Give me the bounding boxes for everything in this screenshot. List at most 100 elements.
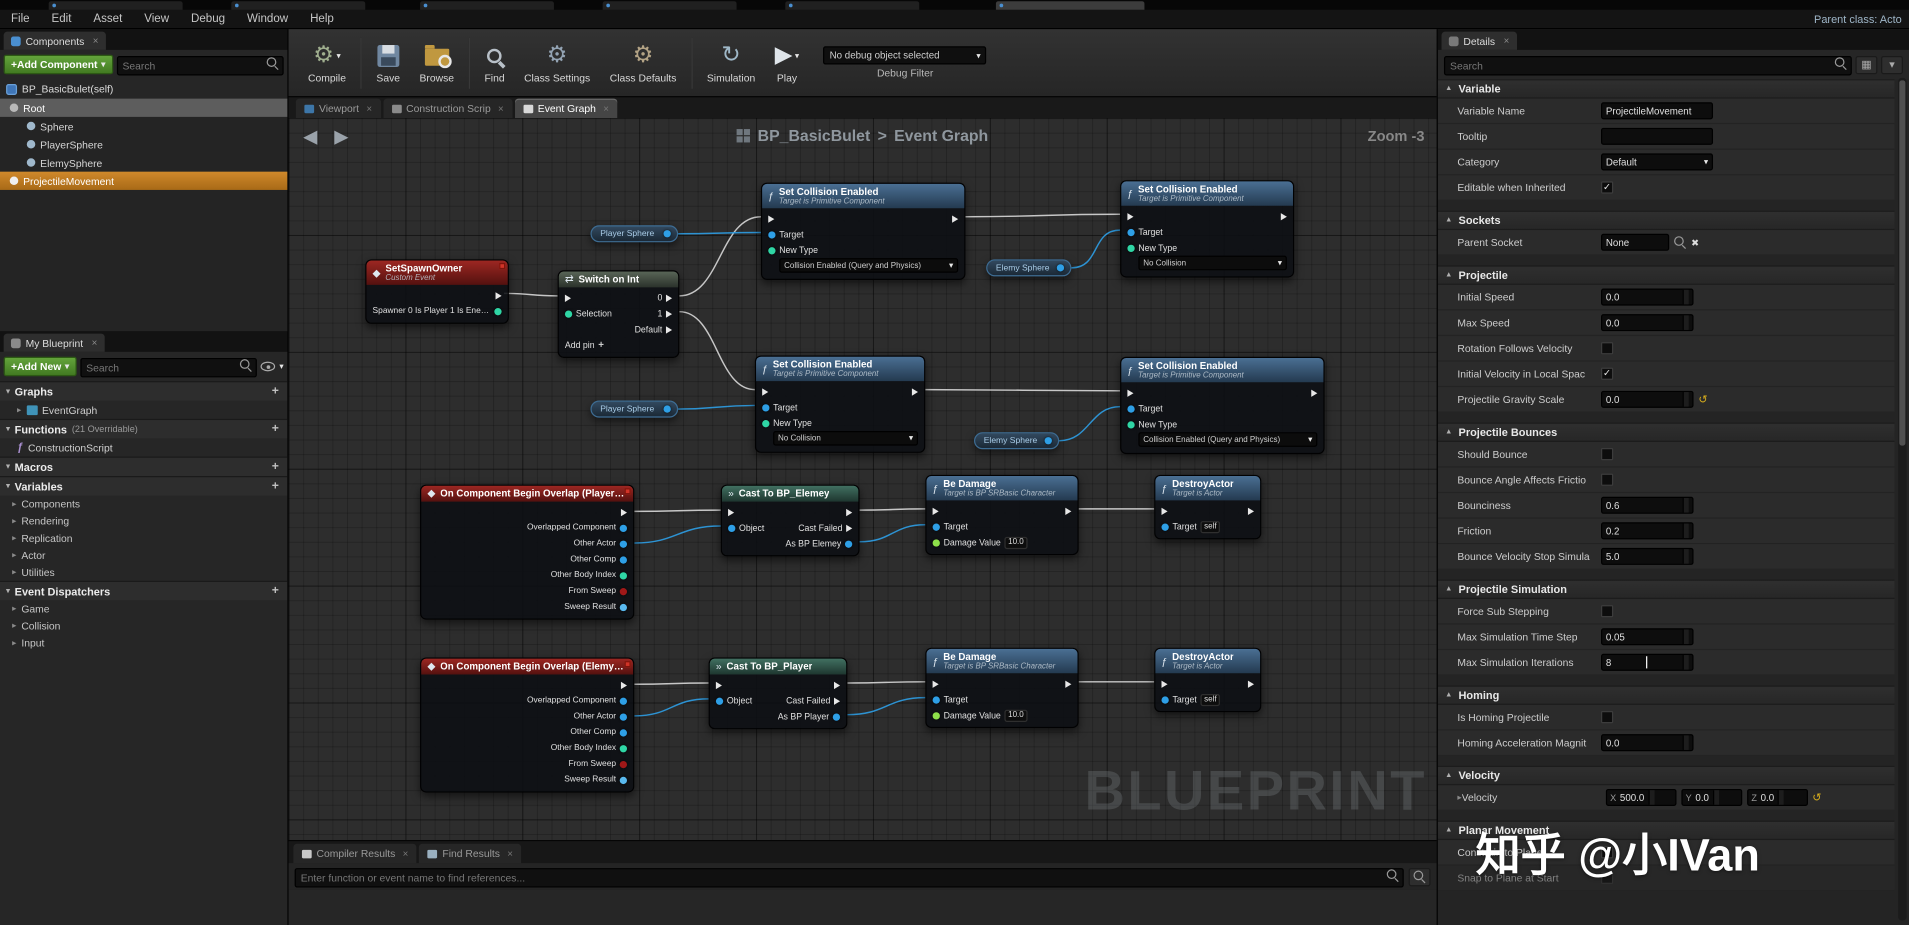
- exec-pin[interactable]: [833, 697, 841, 705]
- pin-as-bp-elemey[interactable]: As BP Elemey: [786, 538, 853, 549]
- number-input[interactable]: 0.0: [1601, 288, 1694, 306]
- pin-from-sweep[interactable]: From Sweep: [568, 760, 628, 768]
- exec-pin[interactable]: [495, 291, 502, 300]
- data-pin[interactable]: [619, 776, 628, 784]
- tab-compiler-results[interactable]: Compiler Results ×: [293, 843, 417, 864]
- number-input[interactable]: 0.2: [1601, 522, 1694, 540]
- find-references-input[interactable]: [294, 868, 1404, 888]
- data-pin[interactable]: [1127, 228, 1135, 236]
- chevron-down-icon[interactable]: ▾: [279, 362, 283, 372]
- dropdown-caret[interactable]: ▾: [336, 51, 340, 61]
- window-tab[interactable]: [602, 1, 737, 10]
- pin-new-type[interactable]: New Type: [768, 245, 818, 256]
- menu-view[interactable]: View: [133, 10, 180, 28]
- close-icon[interactable]: ×: [93, 35, 99, 46]
- menu-asset[interactable]: Asset: [82, 10, 133, 28]
- data-pin[interactable]: [762, 419, 770, 428]
- pin-cast-failed[interactable]: Cast Failed: [798, 523, 853, 533]
- components-search-input[interactable]: [116, 56, 284, 76]
- node-on-component-begin-overlap-elemysphere[interactable]: ◆ On Component Begin Overlap (ElemySphere…: [420, 657, 635, 793]
- pin-exec[interactable]: [768, 215, 775, 223]
- pin-target[interactable]: Target: [1127, 403, 1163, 414]
- exec-pin[interactable]: [932, 507, 939, 515]
- data-pin[interactable]: [932, 539, 940, 547]
- pin-overlapped-component[interactable]: Overlapped Component: [527, 697, 628, 705]
- expander-icon[interactable]: ▸: [12, 638, 16, 648]
- pin-sweep-result[interactable]: Sweep Result: [564, 776, 628, 784]
- pin-exec[interactable]: [932, 507, 939, 515]
- variable-get-node-elemy-sphere[interactable]: Elemy Sphere: [974, 432, 1060, 450]
- pin-exec[interactable]: [564, 294, 572, 302]
- expander-icon[interactable]: ▸: [12, 516, 16, 526]
- section-header-homing[interactable]: ▲ Homing: [1437, 685, 1895, 705]
- save-button[interactable]: Save: [367, 38, 410, 87]
- event-graph-canvas[interactable]: Player Sphere Elemy Sphere Player Sphere El…: [288, 118, 1437, 841]
- pin-exec[interactable]: [1247, 507, 1255, 515]
- breadcrumb-root[interactable]: BP_BasicBulet: [758, 127, 871, 145]
- pin-new-type[interactable]: New Type: [1127, 419, 1177, 430]
- pin-exec[interactable]: [1247, 680, 1255, 688]
- category-replication[interactable]: ▸ Replication: [0, 530, 287, 547]
- reset-to-default-icon[interactable]: ↺: [1812, 791, 1821, 804]
- component-item-sphere[interactable]: Sphere: [0, 117, 287, 135]
- data-pin[interactable]: [619, 524, 628, 532]
- category-utilities[interactable]: ▸ Utilities: [0, 564, 287, 581]
- section-header-projectile-simulation[interactable]: ▲ Projectile Simulation: [1437, 579, 1895, 600]
- exec-pin[interactable]: [665, 294, 673, 302]
- find-button[interactable]: Find: [475, 38, 515, 87]
- node-destroyactor[interactable]: ƒ DestroyActor Target is Actor Target self: [1154, 647, 1262, 713]
- section-header-projectile-bounces[interactable]: ▲ Projectile Bounces: [1437, 422, 1895, 442]
- tab-details[interactable]: Details ×: [1441, 31, 1517, 50]
- node-setspawnowner[interactable]: ◆ SetSpawnOwner Custom Event Spawner 0 Is P…: [365, 259, 509, 325]
- category-collision[interactable]: ▸ Collision: [0, 617, 287, 634]
- component-item-playersphere[interactable]: PlayerSphere: [0, 135, 287, 153]
- exec-pin[interactable]: [768, 215, 775, 223]
- add-new-button[interactable]: +Add New ▾: [3, 356, 77, 377]
- add-button[interactable]: +: [269, 584, 281, 597]
- window-tab[interactable]: [231, 1, 366, 10]
- category-actor[interactable]: ▸ Actor: [0, 547, 287, 564]
- data-pin[interactable]: [619, 571, 628, 580]
- close-icon[interactable]: ×: [403, 848, 409, 859]
- simulation-button[interactable]: ↻ Simulation: [697, 38, 765, 87]
- window-tab[interactable]: [785, 1, 920, 10]
- output-pin[interactable]: [1056, 264, 1065, 272]
- add-pin-icon[interactable]: +: [598, 340, 604, 351]
- close-icon[interactable]: ×: [366, 103, 372, 114]
- value-box[interactable]: 10.0: [1004, 709, 1028, 722]
- pin-exec[interactable]: [833, 681, 841, 689]
- window-tab[interactable]: [420, 1, 554, 10]
- close-icon[interactable]: ×: [92, 337, 98, 348]
- pin-1[interactable]: 1: [657, 308, 673, 319]
- data-pin[interactable]: [1127, 244, 1135, 252]
- item-constructionscript[interactable]: ƒ ConstructionScript: [0, 438, 287, 456]
- blueprint-self-item[interactable]: BP_BasicBulet(self): [0, 79, 287, 98]
- pin-exec[interactable]: [762, 388, 769, 396]
- category-rendering[interactable]: ▸ Rendering: [0, 513, 287, 530]
- text-input[interactable]: [1601, 127, 1714, 145]
- menu-edit[interactable]: Edit: [41, 10, 83, 28]
- compile-button[interactable]: ⚙ ▾ Compile: [298, 38, 355, 87]
- checkbox[interactable]: [1601, 711, 1614, 724]
- vector-y-input[interactable]: Y 0.0: [1680, 788, 1742, 806]
- pin-damage-value[interactable]: Damage Value 10.0: [932, 536, 1028, 549]
- exec-pin[interactable]: [620, 681, 628, 689]
- data-pin[interactable]: [844, 540, 853, 548]
- add-button[interactable]: +: [269, 460, 281, 473]
- add-button[interactable]: +: [269, 422, 281, 435]
- data-pin[interactable]: [619, 540, 628, 548]
- data-pin[interactable]: [932, 523, 940, 531]
- pin-default[interactable]: Default: [635, 324, 673, 335]
- node-switch-on-int[interactable]: ⇄ Switch on Int 0 Selection 1 Default Add pin +: [557, 270, 680, 359]
- exec-pin[interactable]: [1247, 680, 1255, 688]
- data-pin[interactable]: [832, 713, 841, 721]
- number-input[interactable]: 0.0: [1601, 314, 1694, 332]
- expander-icon[interactable]: ▸: [12, 499, 16, 509]
- add-button[interactable]: +: [269, 385, 281, 398]
- tab-construction-scrip[interactable]: Construction Scrip ×: [383, 98, 513, 119]
- node-be-damage[interactable]: ƒ Be Damage Target is BP SRBasic Character…: [925, 647, 1079, 729]
- checkbox[interactable]: ✓: [1601, 367, 1614, 380]
- pin-exec[interactable]: [620, 508, 628, 516]
- pin-other-comp[interactable]: Other Comp: [570, 555, 628, 564]
- tab-viewport[interactable]: Viewport ×: [295, 98, 381, 119]
